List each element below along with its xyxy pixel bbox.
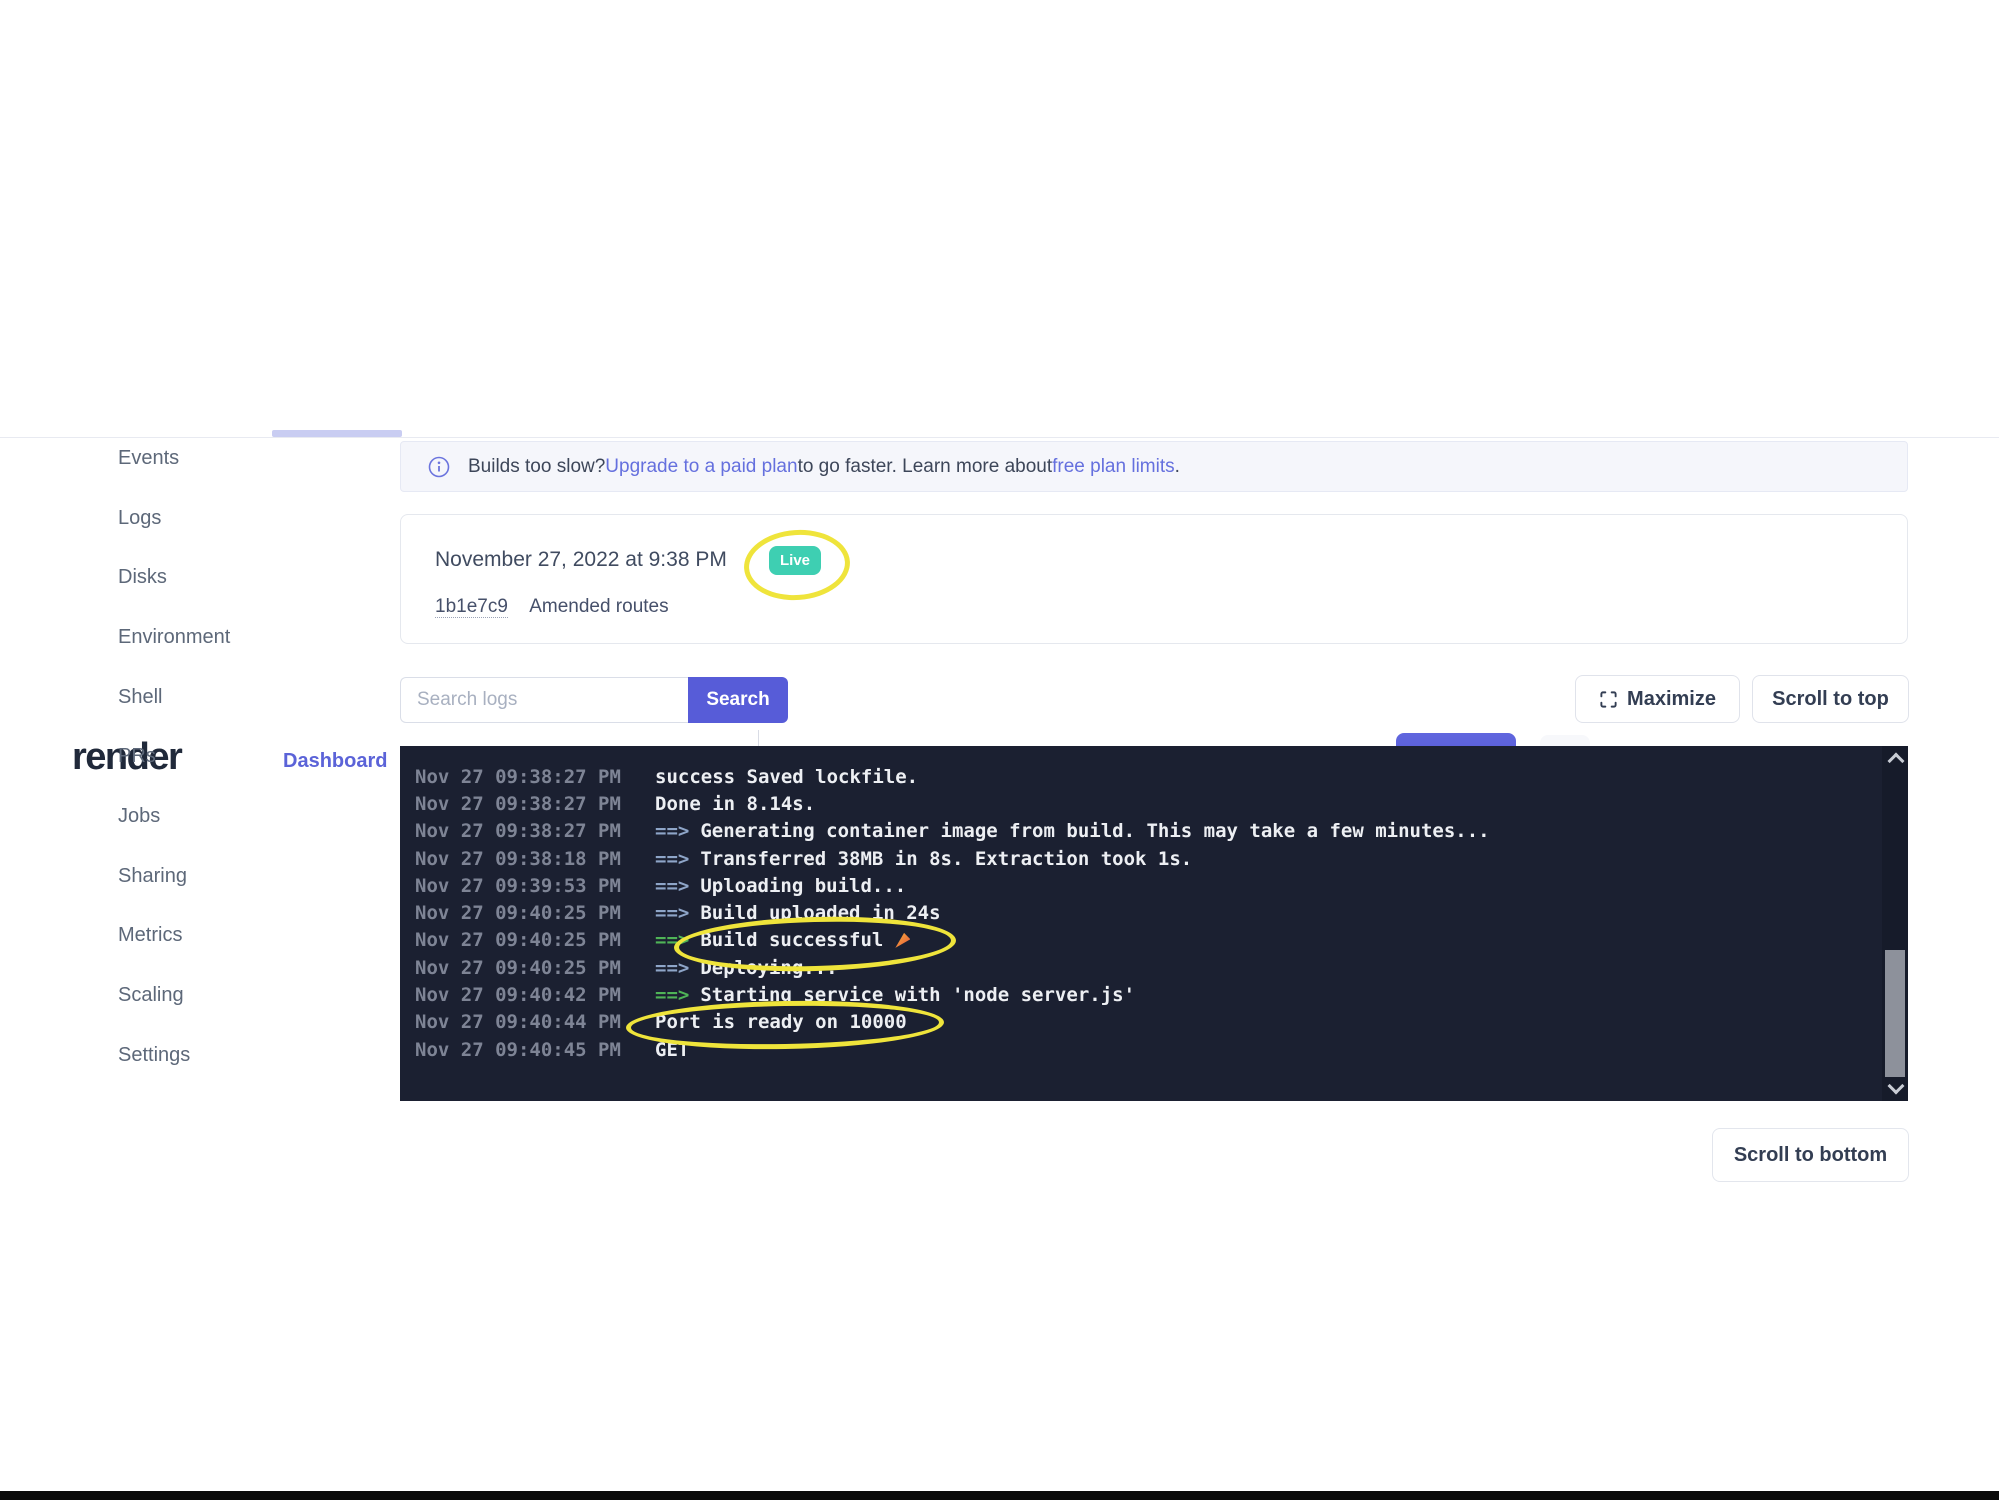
search-button[interactable]: Search (688, 677, 788, 723)
sidebar-item-jobs[interactable]: Jobs (118, 805, 160, 828)
scrollbar-up-icon[interactable] (1888, 753, 1905, 770)
bottom-black-bar (0, 1491, 1999, 1500)
deploy-commit-row: 1b1e7c9 Amended routes (435, 596, 669, 618)
log-terminal[interactable]: Nov 27 09:38:27 PMsuccess Saved lockfile… (400, 746, 1908, 1101)
log-line-port-ready: Nov 27 09:40:44 PMPort is ready on 10000 (415, 1009, 1868, 1036)
log-line: Nov 27 09:38:27 PMsuccess Saved lockfile… (415, 763, 1868, 790)
maximize-icon (1599, 690, 1618, 709)
nav-bottom-border (0, 437, 1999, 438)
live-status-badge: Live (769, 546, 821, 575)
log-line: Nov 27 09:40:25 PM==>Deploying... (415, 954, 1868, 981)
maximize-button[interactable]: Maximize (1575, 675, 1740, 723)
sidebar-item-events[interactable]: Events (118, 447, 179, 470)
log-line: Nov 27 09:40:42 PM==>Starting service wi… (415, 981, 1868, 1008)
log-line-build-successful: Nov 27 09:40:25 PM==>Build successful (415, 927, 1868, 954)
sidebar-item-shell[interactable]: Shell (118, 686, 162, 709)
arrow-icon: ==> (655, 929, 689, 951)
banner-text: to go faster. Learn more about (798, 456, 1053, 478)
arrow-icon: ==> (655, 984, 689, 1006)
top-nav: render Dashboard Blueprints Env Groups D… (0, 362, 1999, 437)
banner-text: . (1175, 456, 1180, 478)
scrollbar-thumb[interactable] (1885, 950, 1905, 1077)
banner-text: Builds too slow? (468, 456, 605, 478)
commit-hash[interactable]: 1b1e7c9 (435, 596, 508, 618)
log-line: Nov 27 09:38:27 PMDone in 8.14s. (415, 790, 1868, 817)
sidebar-item-settings[interactable]: Settings (118, 1044, 190, 1067)
search-logs-input[interactable] (400, 677, 688, 723)
upgrade-banner: Builds too slow? Upgrade to a paid plan … (400, 441, 1908, 492)
arrow-icon: ==> (655, 875, 689, 897)
sidebar-item-disks[interactable]: Disks (118, 566, 167, 589)
log-line: Nov 27 09:38:18 PM==>Transferred 38MB in… (415, 845, 1868, 872)
log-line: Nov 27 09:40:25 PM==>Build uploaded in 2… (415, 899, 1868, 926)
info-icon (428, 456, 450, 478)
render-dashboard-page: render Dashboard Blueprints Env Groups D… (0, 0, 1999, 1500)
scroll-to-bottom-button[interactable]: Scroll to bottom (1712, 1128, 1909, 1182)
deploy-date: November 27, 2022 at 9:38 PM (435, 548, 727, 572)
arrow-icon: ==> (655, 902, 689, 924)
upgrade-plan-link[interactable]: Upgrade to a paid plan (605, 456, 797, 478)
commit-message: Amended routes (529, 596, 668, 617)
sidebar-item-prs[interactable]: PRs (118, 745, 156, 768)
log-lines: Nov 27 09:38:27 PMsuccess Saved lockfile… (415, 763, 1868, 1063)
sidebar-item-metrics[interactable]: Metrics (118, 924, 182, 947)
free-plan-limits-link[interactable]: free plan limits (1052, 456, 1175, 478)
scroll-to-top-button[interactable]: Scroll to top (1752, 675, 1909, 723)
terminal-scrollbar[interactable] (1882, 746, 1908, 1101)
log-line: Nov 27 09:39:53 PM==>Uploading build... (415, 872, 1868, 899)
active-tab-underline (272, 430, 402, 437)
arrow-icon: ==> (655, 957, 689, 979)
arrow-icon: ==> (655, 820, 689, 842)
log-line: Nov 27 09:40:45 PMGET (415, 1036, 1868, 1063)
deploy-card: November 27, 2022 at 9:38 PM Live 1b1e7c… (400, 514, 1908, 644)
sidebar-item-scaling[interactable]: Scaling (118, 984, 184, 1007)
maximize-label: Maximize (1627, 688, 1716, 711)
nav-item-dashboard[interactable]: Dashboard (283, 750, 387, 773)
sidebar-item-environment[interactable]: Environment (118, 626, 230, 649)
party-popper-icon (895, 933, 910, 948)
sidebar-item-sharing[interactable]: Sharing (118, 865, 187, 888)
log-line: Nov 27 09:38:27 PM==>Generating containe… (415, 818, 1868, 845)
arrow-icon: ==> (655, 848, 689, 870)
sidebar-item-logs[interactable]: Logs (118, 507, 161, 530)
scrollbar-down-icon[interactable] (1888, 1078, 1905, 1095)
